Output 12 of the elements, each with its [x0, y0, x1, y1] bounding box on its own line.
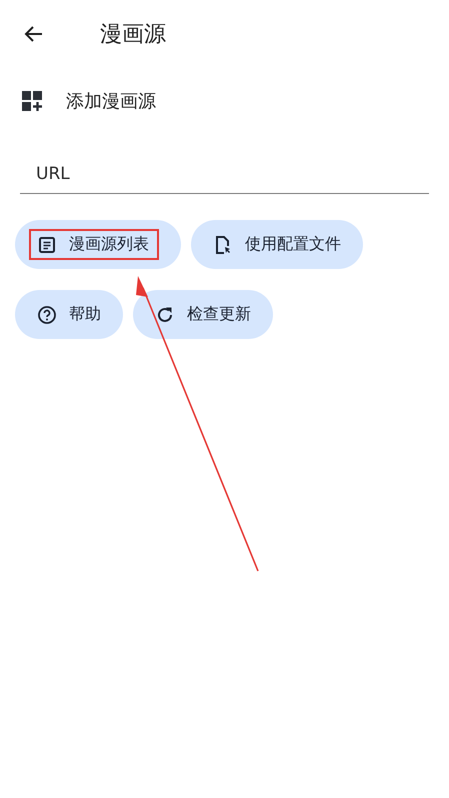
file-cursor-icon	[213, 234, 233, 254]
action-button[interactable]: 漫画源列表	[15, 220, 181, 269]
url-field[interactable]: URL	[20, 154, 429, 194]
refresh-icon	[155, 304, 175, 324]
section-title: 添加漫画源	[66, 90, 156, 113]
widgets-add-icon	[20, 89, 44, 113]
action-button[interactable]: 检查更新	[133, 290, 273, 339]
help-icon	[37, 304, 57, 324]
action-button[interactable]: 帮助	[15, 290, 123, 339]
action-button[interactable]: 使用配置文件	[191, 220, 363, 269]
page-title: 漫画源	[100, 21, 166, 49]
document-list-icon	[37, 234, 57, 254]
